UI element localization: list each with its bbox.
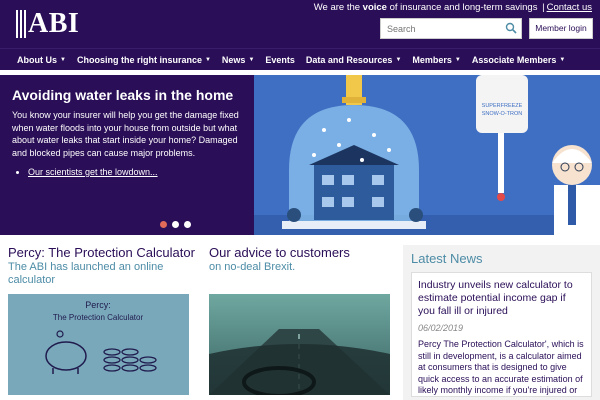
piggy-bank-icon	[45, 330, 87, 374]
nav-members[interactable]: Members ▼	[412, 55, 460, 65]
tagline-suffix: of insurance and long-term savings	[386, 2, 538, 13]
percy-image-title-1: Percy:	[85, 300, 111, 310]
chevron-down-icon: ▼	[559, 56, 566, 63]
logo-bars	[16, 10, 26, 38]
contact-us-link[interactable]: Contact us	[547, 2, 592, 13]
hero-link[interactable]: Our scientists get the lowdown...	[28, 167, 158, 177]
carousel-dot-3[interactable]	[184, 221, 191, 228]
news-body: Percy The Protection Calculator', which …	[418, 339, 584, 395]
latest-news-title: Latest News	[411, 251, 483, 266]
nav-choosing-insurance[interactable]: Choosing the right insurance ▼	[77, 55, 211, 65]
nav-data-resources[interactable]: Data and Resources ▼	[306, 55, 402, 65]
news-date: 06/02/2019	[418, 323, 464, 333]
carousel-dot-1[interactable]	[160, 221, 167, 228]
chevron-down-icon: ▼	[395, 56, 402, 63]
hero-illustration: SUPERFREEZE SNOW-O-TRON	[254, 75, 600, 235]
search-input[interactable]	[381, 19, 499, 39]
logo-text: ABI	[28, 8, 80, 39]
device-label-2: SNOW-O-TRON	[482, 111, 523, 117]
advice-subtitle: on no-deal Brexit.	[209, 261, 296, 273]
news-headline[interactable]: Industry unveils new calculator to estim…	[418, 279, 585, 318]
percy-subtitle: The ABI has launched an online calculato…	[8, 261, 164, 286]
chevron-down-icon: ▼	[204, 56, 211, 63]
advice-title[interactable]: Our advice to customers	[209, 245, 399, 261]
percy-column: Percy: The Protection Calculator The ABI…	[8, 245, 198, 395]
tagline-bold: voice	[362, 2, 387, 13]
nav-news[interactable]: News ▼	[222, 55, 254, 65]
chevron-down-icon: ▼	[248, 56, 255, 63]
percy-image[interactable]: Percy: The Protection Calculator	[8, 294, 189, 395]
tagline-separator: |	[542, 2, 545, 13]
hero-carousel: Avoiding water leaks in the home You kno…	[0, 75, 600, 235]
chevron-down-icon: ▼	[454, 56, 461, 63]
nav-about-us[interactable]: About Us ▼	[17, 55, 66, 65]
latest-news-column: Latest News Industry unveils new calcula…	[403, 245, 600, 400]
main-nav: About Us ▼ Choosing the right insurance ▼ …	[0, 48, 600, 70]
device-label-1: SUPERFREEZE	[482, 103, 523, 109]
carousel-dots	[160, 221, 191, 228]
hero-link-list: Our scientists get the lowdown...	[12, 167, 242, 177]
hero-body: You know your insurer will help you get …	[12, 110, 239, 158]
carousel-dot-2[interactable]	[172, 221, 179, 228]
search-box	[380, 18, 522, 39]
member-login-button[interactable]: Member login	[529, 18, 593, 39]
percy-image-title-2: The Protection Calculator	[53, 313, 144, 322]
percy-title[interactable]: Percy: The Protection Calculator	[8, 245, 198, 261]
advice-image[interactable]	[209, 294, 390, 395]
nav-events[interactable]: Events	[265, 55, 295, 65]
hero-text-panel: Avoiding water leaks in the home You kno…	[0, 75, 254, 235]
coin-stack-icon	[103, 348, 157, 372]
advice-column: Our advice to customers on no-deal Brexi…	[209, 245, 399, 395]
nav-associate-members[interactable]: Associate Members ▼	[472, 55, 566, 65]
abi-logo[interactable]: ABI	[16, 10, 79, 38]
tagline-prefix: We are the	[313, 2, 363, 13]
snow-globe-house-illustration: SUPERFREEZE SNOW-O-TRON	[254, 75, 600, 235]
news-item[interactable]: Industry unveils new calculator to estim…	[411, 272, 592, 397]
search-icon[interactable]	[505, 22, 517, 34]
site-header: ABI We are the voice of insurance and lo…	[0, 0, 600, 48]
hero-title: Avoiding water leaks in the home	[12, 87, 234, 103]
chevron-down-icon: ▼	[60, 56, 66, 63]
tagline: We are the voice of insurance and long-t…	[314, 2, 592, 13]
